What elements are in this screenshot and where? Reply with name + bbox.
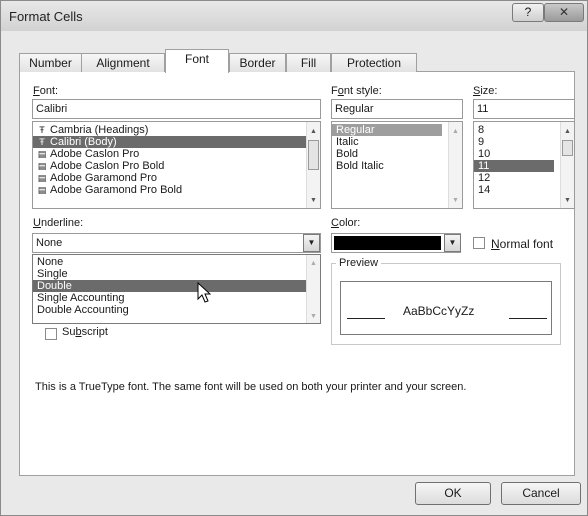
scroll-up-icon[interactable]: ▲ [310, 260, 317, 267]
preview-line-right [509, 318, 547, 319]
list-item[interactable]: Ŧ Cambria (Headings) [33, 124, 320, 136]
scroll-up-icon[interactable]: ▲ [564, 128, 571, 135]
tab-font[interactable]: Font [165, 49, 229, 73]
font-style-scrollbar[interactable]: ▲ ▼ [448, 122, 462, 208]
scroll-thumb[interactable] [308, 140, 319, 170]
preview-box: AaBbCcYyZz [340, 281, 552, 335]
list-item[interactable]: 8 [474, 124, 574, 136]
subscript-label: Subscript [62, 326, 108, 338]
cancel-button[interactable]: Cancel [501, 482, 581, 505]
list-item[interactable]: Single Accounting [33, 292, 320, 304]
mouse-pointer-icon [197, 282, 211, 303]
scroll-down-icon[interactable]: ▼ [564, 197, 571, 204]
list-item[interactable]: Double Accounting [33, 304, 320, 316]
underline-dropdown-list[interactable]: None Single Double Single Accounting Dou… [32, 254, 321, 324]
font-list[interactable]: Ŧ Cambria (Headings) Ŧ Calibri (Body) ▤ Ado… [32, 121, 321, 209]
list-item[interactable]: 12 [474, 172, 574, 184]
truetype-icon: Ŧ [39, 125, 45, 135]
list-item[interactable]: ▤ Adobe Caslon Pro Bold [33, 160, 320, 172]
list-item[interactable]: 11 [474, 160, 554, 172]
scroll-down-icon[interactable]: ▼ [310, 197, 317, 204]
size-list[interactable]: 8 9 10 11 12 14 ▲ ▼ [473, 121, 575, 209]
preview-label: Preview [336, 257, 382, 269]
size-label: Size: [473, 85, 498, 97]
scroll-thumb[interactable] [562, 140, 573, 156]
font-style-label: Font style: [331, 85, 382, 97]
dialog-title: Format Cells [9, 9, 83, 24]
close-button[interactable]: ✕ [544, 3, 584, 22]
scroll-up-icon[interactable]: ▲ [310, 128, 317, 135]
font-list-scrollbar[interactable]: ▲ ▼ [306, 122, 320, 208]
list-item[interactable]: 14 [474, 184, 574, 196]
tab-protection[interactable]: Protection [331, 53, 417, 72]
list-item[interactable]: ▤ Adobe Caslon Pro [33, 148, 320, 160]
list-item[interactable]: 9 [474, 136, 574, 148]
preview-line-left [347, 318, 385, 319]
scroll-down-icon[interactable]: ▼ [310, 313, 317, 320]
list-item[interactable]: Bold Italic [332, 160, 462, 172]
size-input[interactable]: 11 [473, 99, 575, 119]
scroll-down-icon[interactable]: ▼ [452, 197, 459, 204]
list-item[interactable]: ▤ Adobe Garamond Pro [33, 172, 320, 184]
list-item[interactable]: ▤ Adobe Garamond Pro Bold [33, 184, 320, 196]
list-item[interactable]: 10 [474, 148, 574, 160]
scroll-up-icon[interactable]: ▲ [452, 128, 459, 135]
tab-fill[interactable]: Fill [286, 53, 331, 72]
normal-font-checkbox[interactable] [473, 237, 485, 249]
format-cells-dialog: Format Cells ? ✕ Number Alignment Font B… [0, 0, 588, 516]
opentype-icon: ▤ [37, 185, 47, 195]
font-label: Font: [33, 85, 59, 97]
tab-alignment[interactable]: Alignment [81, 53, 165, 72]
truetype-icon: Ŧ [39, 137, 45, 147]
preview-sample-text: AaBbCcYyZz [403, 304, 475, 318]
font-style-list[interactable]: Regular Italic Bold Bold Italic ▲ ▼ [331, 121, 463, 209]
list-item[interactable]: Ŧ Calibri (Body) [33, 136, 320, 148]
underline-list-scrollbar[interactable]: ▲ ▼ [306, 255, 320, 323]
underline-dropdown-icon[interactable]: ▼ [303, 234, 320, 252]
opentype-icon: ▤ [37, 173, 47, 183]
list-item[interactable]: None [33, 256, 320, 268]
opentype-icon: ▤ [37, 149, 47, 159]
color-dropdown-icon[interactable]: ▼ [444, 234, 461, 252]
list-item[interactable]: Bold [332, 148, 462, 160]
list-item[interactable]: Italic [332, 136, 462, 148]
normal-font-label: Normal font [491, 237, 554, 251]
color-swatch [334, 236, 441, 250]
underline-select[interactable]: None [32, 233, 321, 253]
color-label: Color: [331, 217, 361, 229]
title-bar[interactable]: Format Cells ? ✕ [1, 1, 587, 31]
color-picker[interactable] [331, 233, 461, 253]
font-info-text: This is a TrueType font. The same font w… [35, 381, 467, 393]
ok-button[interactable]: OK [415, 482, 491, 505]
list-item[interactable]: Single [33, 268, 320, 280]
font-name-input[interactable]: Calibri [32, 99, 321, 119]
font-style-input[interactable]: Regular [331, 99, 463, 119]
underline-label: Underline: [33, 217, 84, 229]
tab-border[interactable]: Border [229, 53, 286, 72]
size-list-scrollbar[interactable]: ▲ ▼ [560, 122, 574, 208]
subscript-checkbox[interactable] [45, 328, 57, 340]
help-button[interactable]: ? [512, 3, 544, 22]
list-item[interactable]: Double [33, 280, 306, 292]
tab-number[interactable]: Number [19, 53, 82, 72]
opentype-icon: ▤ [37, 161, 47, 171]
list-item[interactable]: Regular [332, 124, 442, 136]
